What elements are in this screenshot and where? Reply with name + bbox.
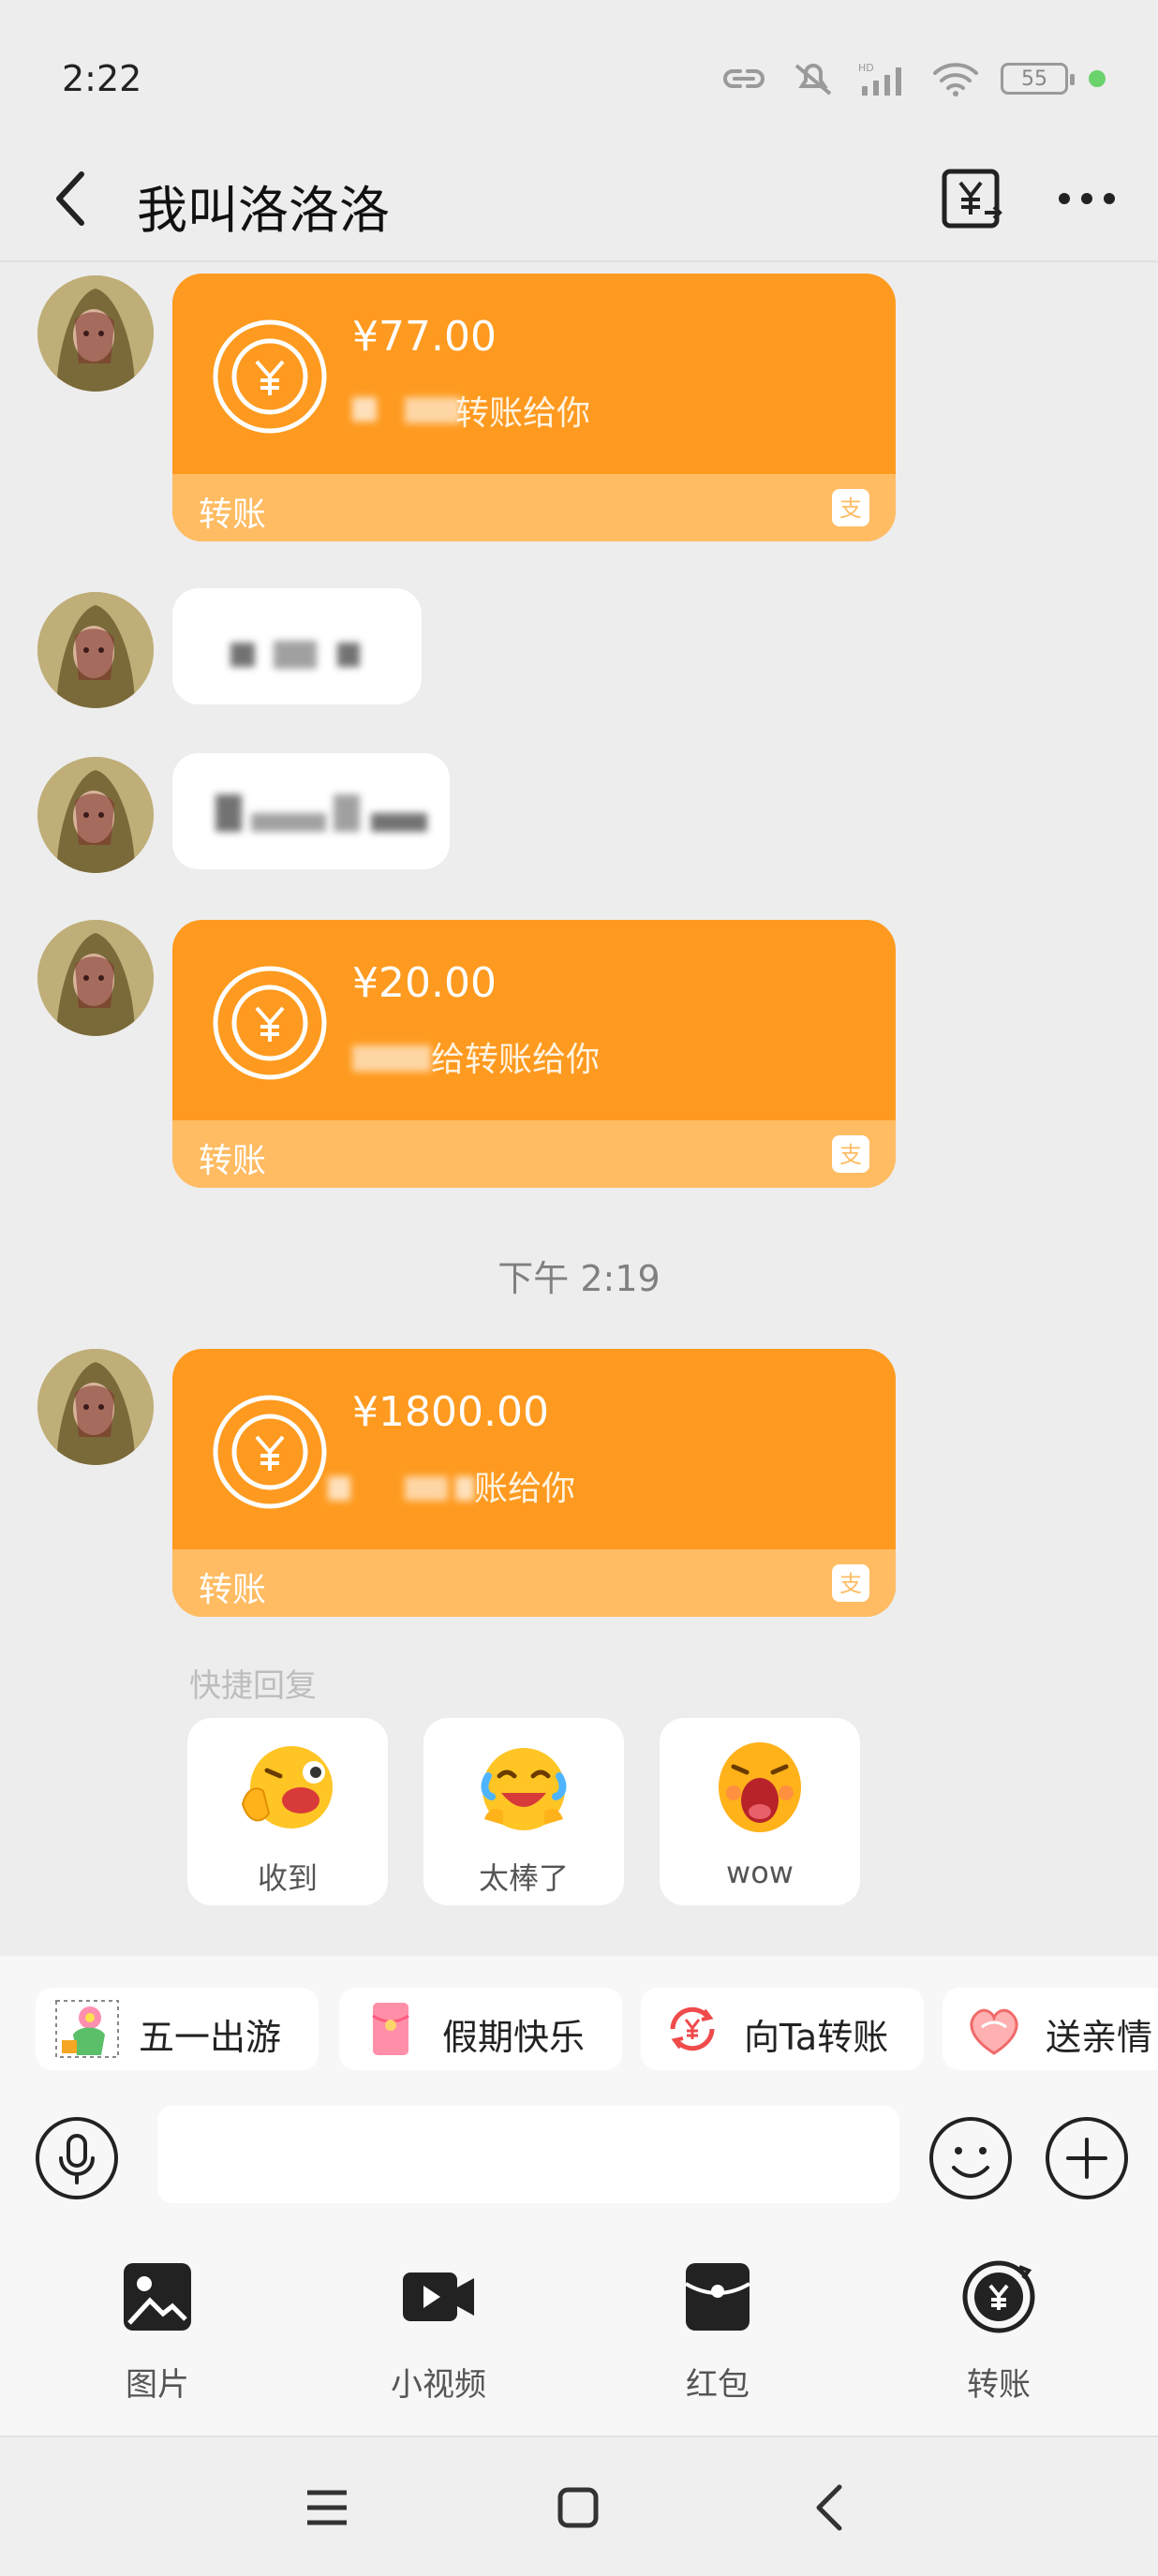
tool-image[interactable]: 图片 bbox=[73, 2256, 242, 2424]
chat-screen: 2:22 HD 55 我叫洛洛洛 ¥77.00 转账给你 转账 支 ¥20.00… bbox=[0, 0, 1158, 2576]
transfer-exchange-icon bbox=[213, 319, 327, 434]
chip-label: 五一出游 bbox=[139, 2017, 282, 2058]
shortcut-chips: 五一出游 假期快乐 向Ta转账 送亲情 bbox=[0, 1988, 1158, 2072]
sender-avatar[interactable] bbox=[37, 920, 154, 1036]
tool-label: 图片 bbox=[126, 2366, 189, 2404]
voice-input-button[interactable] bbox=[34, 2115, 120, 2201]
battery-icon: 55 bbox=[1001, 63, 1075, 95]
transfer-exchange-icon bbox=[213, 966, 327, 1080]
quick-reply-item[interactable]: wow bbox=[660, 1718, 860, 1905]
status-icons: HD 55 bbox=[720, 60, 1106, 97]
transfer-card[interactable]: ¥1800.00 账给你 转账 支 bbox=[172, 1349, 896, 1617]
emoji-button[interactable] bbox=[928, 2115, 1014, 2201]
status-bar: 2:22 HD 55 bbox=[0, 0, 1158, 141]
transfer-exchange-icon bbox=[213, 1395, 327, 1509]
home-square-icon bbox=[557, 2487, 599, 2528]
sender-avatar[interactable] bbox=[37, 592, 154, 708]
red-packet-icon bbox=[684, 2263, 751, 2331]
system-nav-bar bbox=[0, 2435, 1158, 2576]
transfer-amount: ¥77.00 bbox=[352, 313, 497, 361]
input-row bbox=[0, 2096, 1158, 2218]
transfer-footer-label: 转账 bbox=[199, 496, 267, 534]
bottom-panel: 五一出游 假期快乐 向Ta转账 送亲情 图片 小视频 红包 转账 bbox=[0, 1956, 1158, 2435]
redacted-text bbox=[230, 643, 255, 667]
transfer-footer-label: 转账 bbox=[199, 1571, 267, 1609]
menu-lines-icon bbox=[307, 2490, 347, 2525]
red-envelope-icon bbox=[372, 2003, 409, 2055]
shortcut-chip[interactable]: 五一出游 bbox=[36, 1988, 319, 2070]
svg-text:支: 支 bbox=[839, 1571, 862, 1597]
chip-label: 假期快乐 bbox=[442, 2017, 586, 2058]
tool-label: 小视频 bbox=[391, 2366, 486, 2404]
heart-gift-icon bbox=[970, 2008, 1018, 2055]
ok-hand-emoji-icon bbox=[241, 1746, 333, 1828]
svg-text:支: 支 bbox=[839, 496, 862, 522]
transfer-circle-icon bbox=[962, 2260, 1035, 2333]
back-button[interactable] bbox=[37, 161, 103, 236]
shortcut-chip[interactable]: 送亲情 bbox=[943, 1988, 1158, 2070]
nav-home-button[interactable] bbox=[536, 2475, 620, 2540]
redacted-text bbox=[215, 794, 242, 832]
alipay-logo-icon: 支 bbox=[832, 1564, 869, 1602]
image-icon bbox=[124, 2263, 191, 2331]
sender-avatar[interactable] bbox=[37, 757, 154, 873]
back-arrow-icon bbox=[816, 2484, 842, 2531]
chevron-left-icon bbox=[56, 171, 84, 226]
transfer-card[interactable]: ¥20.00 给转账给你 转账 支 bbox=[172, 920, 896, 1188]
shout-emoji-icon bbox=[719, 1742, 801, 1832]
chip-label: 向Ta转账 bbox=[744, 2017, 889, 2058]
header-transfer-button[interactable] bbox=[935, 161, 1010, 236]
status-time: 2:22 bbox=[62, 58, 142, 99]
tool-video[interactable]: 小视频 bbox=[354, 2256, 523, 2424]
chat-header: 我叫洛洛洛 bbox=[0, 141, 1158, 262]
time-divider: 下午 2:19 bbox=[497, 1258, 661, 1299]
transfer-icon bbox=[670, 2006, 715, 2051]
quick-reply-item[interactable]: 收到 bbox=[187, 1718, 388, 1905]
quick-reply-text: 收到 bbox=[257, 1860, 318, 1896]
hd-badge: HD bbox=[858, 62, 874, 74]
svg-text:支: 支 bbox=[839, 1142, 862, 1168]
text-message-bubble[interactable] bbox=[172, 753, 450, 869]
alipay-logo-icon: 支 bbox=[832, 489, 869, 526]
transfer-footer-label: 转账 bbox=[199, 1142, 267, 1180]
sender-avatar[interactable] bbox=[37, 275, 154, 392]
link-icon bbox=[723, 69, 765, 88]
travel-sticker-icon bbox=[55, 2000, 119, 2058]
quick-reply-item[interactable]: 太棒了 bbox=[423, 1718, 624, 1905]
tools-row: 图片 小视频 红包 转账 bbox=[0, 2256, 1158, 2424]
more-dots-icon bbox=[1059, 193, 1115, 204]
quick-reply-label: 快捷回复 bbox=[189, 1667, 317, 1705]
shortcut-chip[interactable]: 向Ta转账 bbox=[641, 1988, 924, 2070]
video-icon bbox=[403, 2273, 474, 2321]
text-message-bubble[interactable] bbox=[172, 588, 422, 704]
tool-red-packet[interactable]: 红包 bbox=[633, 2256, 802, 2424]
alipay-logo-icon: 支 bbox=[832, 1135, 869, 1173]
nav-menu-button[interactable] bbox=[285, 2475, 369, 2540]
quick-reply-text: wow bbox=[726, 1855, 794, 1890]
message-input[interactable] bbox=[157, 2106, 899, 2203]
tool-transfer[interactable]: 转账 bbox=[914, 2256, 1083, 2424]
more-button[interactable] bbox=[1047, 161, 1126, 236]
charging-dot-icon bbox=[1089, 70, 1106, 87]
tool-label: 转账 bbox=[967, 2366, 1031, 2404]
wifi-icon bbox=[933, 63, 978, 96]
quick-reply-text: 太棒了 bbox=[478, 1860, 569, 1896]
chip-label: 送亲情 bbox=[1046, 2017, 1153, 2058]
chat-title: 我叫洛洛洛 bbox=[137, 181, 390, 240]
transfer-amount: ¥20.00 bbox=[352, 959, 497, 1007]
transfer-card[interactable]: ¥77.00 转账给你 转账 支 bbox=[172, 274, 896, 541]
signal-icon: HD bbox=[858, 62, 901, 96]
sender-avatar[interactable] bbox=[37, 1349, 154, 1465]
mute-icon bbox=[794, 64, 832, 96]
tool-label: 红包 bbox=[686, 2366, 750, 2404]
transfer-amount: ¥1800.00 bbox=[352, 1388, 549, 1436]
more-actions-button[interactable] bbox=[1044, 2115, 1130, 2201]
yuan-receipt-icon bbox=[942, 169, 1002, 229]
battery-level: 55 bbox=[1021, 67, 1047, 91]
crying-laugh-emoji-icon bbox=[481, 1748, 567, 1830]
shortcut-chip[interactable]: 假期快乐 bbox=[339, 1988, 622, 2070]
nav-back-button[interactable] bbox=[787, 2475, 871, 2540]
